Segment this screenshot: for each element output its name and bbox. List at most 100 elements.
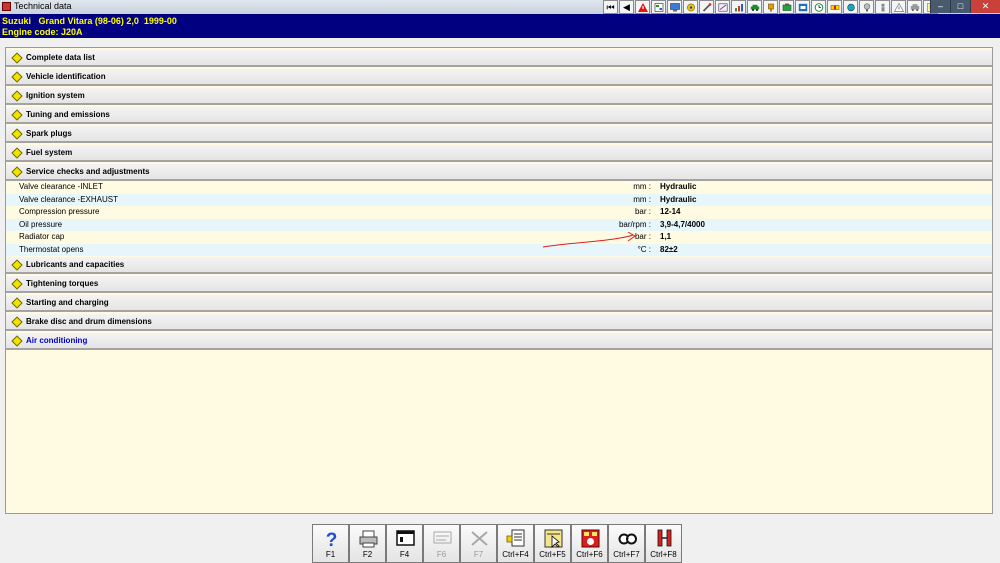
screen-button[interactable] (667, 0, 682, 14)
window-icon (396, 530, 415, 546)
search-glasses-icon (618, 533, 637, 545)
fuse-icon (830, 4, 839, 10)
diamond-icon (11, 90, 23, 102)
section-label: Starting and charging (26, 298, 109, 307)
section-label: Brake disc and drum dimensions (26, 317, 152, 326)
key-label: F4 (399, 550, 410, 559)
engine-button[interactable] (779, 0, 794, 14)
repair-button[interactable] (795, 0, 810, 14)
section-label: Tuning and emissions (26, 110, 110, 119)
minimize-button[interactable]: – (930, 0, 950, 13)
vehicle-header: Suzuki Grand Vitara (98-06) 2,0 1999-00 … (0, 14, 1000, 38)
parameter-unit: bar/rpm : (618, 219, 651, 229)
fuses-button[interactable] (827, 0, 842, 14)
section-complete-data-list[interactable]: Complete data list (6, 50, 992, 67)
section-air-conditioning[interactable]: Air conditioning (6, 333, 992, 350)
times-button[interactable] (811, 0, 826, 14)
arrow-left-icon: ◀ (623, 1, 630, 12)
section-service-checks-and-adjustments[interactable]: Service checks and adjustments (6, 164, 992, 181)
section-spark-plugs[interactable]: Spark plugs (6, 126, 992, 143)
window-button[interactable]: F4 (386, 524, 423, 563)
sensors-button[interactable] (843, 0, 858, 14)
section-tuning-and-emissions[interactable]: Tuning and emissions (6, 107, 992, 124)
key-label: Ctrl+F6 (576, 550, 603, 559)
lamp-icon (863, 2, 870, 11)
vehicle-button[interactable] (747, 0, 762, 14)
help-icon: ? (326, 530, 338, 549)
adjustment-values-icon (433, 531, 452, 544)
function-key-bar: ? F1 F2 F4 F6 F7 Ctrl+F4 Ctrl+F5 Ctrl+F6… (312, 524, 682, 563)
parameter-name: Valve clearance -EXHAUST (19, 194, 118, 204)
sensor-icon (846, 3, 855, 11)
diagram-button[interactable] (715, 0, 730, 14)
parameter-unit: mm : (633, 194, 651, 204)
adjustment-values-button[interactable]: F6 (423, 524, 460, 563)
electrical-button[interactable] (763, 0, 778, 14)
print-button[interactable]: F2 (349, 524, 386, 563)
window-controls: – □ ✕ (930, 0, 1000, 13)
tools-button[interactable] (699, 0, 714, 14)
diamond-icon (11, 297, 23, 309)
chart-icon (734, 3, 743, 11)
data-row-radiator-cap: Radiator cap bar : 1,1 (6, 231, 992, 244)
clock-icon (814, 2, 823, 12)
parameter-name: Valve clearance -INLET (19, 182, 103, 191)
app-icon (2, 2, 11, 11)
section-brake-disc-and-drum-dimensions[interactable]: Brake disc and drum dimensions (6, 314, 992, 331)
previous-record-button[interactable]: ◀ (619, 0, 634, 14)
tools-icon (471, 531, 488, 546)
parameter-value: 82±2 (660, 244, 678, 254)
info-button[interactable] (891, 0, 906, 14)
section-fuel-system[interactable]: Fuel system (6, 145, 992, 162)
document-tag-icon (506, 529, 525, 547)
red-document-button[interactable]: Ctrl+F6 (571, 524, 608, 563)
parameter-unit: bar : (634, 207, 651, 216)
red-annotation-arrow (542, 232, 636, 248)
first-record-button[interactable]: ⏮ (603, 0, 618, 14)
airbag-button[interactable] (875, 0, 890, 14)
document-tag-button[interactable]: Ctrl+F4 (497, 524, 534, 563)
section-label: Tightening torques (26, 279, 99, 288)
diamond-icon (11, 147, 23, 159)
diamond-icon (11, 335, 23, 347)
car-view-button[interactable] (907, 0, 922, 14)
red-document-icon (581, 529, 600, 548)
chart-button[interactable] (731, 0, 746, 14)
diamond-icon (11, 109, 23, 121)
svg-text:?: ? (326, 530, 338, 549)
key-label: F1 (325, 550, 336, 559)
parameter-unit: mm : (633, 182, 651, 191)
section-vehicle-identification[interactable]: Vehicle identification (6, 69, 992, 86)
maximize-button[interactable]: □ (950, 0, 970, 13)
warning-button[interactable] (635, 0, 650, 14)
service-button[interactable] (683, 0, 698, 14)
key-label: Ctrl+F4 (502, 550, 529, 559)
title-bar: Technical data ⏮ ◀ – □ ✕ (0, 0, 1000, 15)
diamond-icon (11, 71, 23, 83)
data-sheet-icon (654, 2, 663, 12)
section-tightening-torques[interactable]: Tightening torques (6, 276, 992, 293)
parameter-value: 12-14 (660, 207, 681, 216)
wrench-icon (702, 2, 711, 12)
section-ignition-system[interactable]: Ignition system (6, 88, 992, 105)
parameter-value: 1,1 (660, 232, 672, 241)
lamps-button[interactable] (859, 0, 874, 14)
tools-button[interactable]: F7 (460, 524, 497, 563)
section-lubricants-and-capacities[interactable]: Lubricants and capacities (6, 257, 992, 274)
diamond-icon (11, 316, 23, 328)
section-starting-and-charging[interactable]: Starting and charging (6, 295, 992, 312)
key-label: Ctrl+F5 (539, 550, 566, 559)
engine-icon (782, 3, 791, 11)
close-button[interactable]: ✕ (970, 0, 1000, 13)
key-label: F6 (436, 550, 447, 559)
data-sheet-button[interactable] (651, 0, 666, 14)
section-label: Service checks and adjustments (26, 167, 150, 176)
pointer-page-button[interactable]: Ctrl+F5 (534, 524, 571, 563)
help-button[interactable]: ? F1 (312, 524, 349, 563)
screen-icon (669, 2, 680, 11)
measurement-button[interactable]: Ctrl+F8 (645, 524, 682, 563)
key-label: Ctrl+F7 (613, 550, 640, 559)
data-row-oil-pressure: Oil pressure bar/rpm : 3,9-4,7/4000 (6, 218, 992, 231)
key-label: Ctrl+F8 (650, 550, 677, 559)
search-glasses-button[interactable]: Ctrl+F7 (608, 524, 645, 563)
